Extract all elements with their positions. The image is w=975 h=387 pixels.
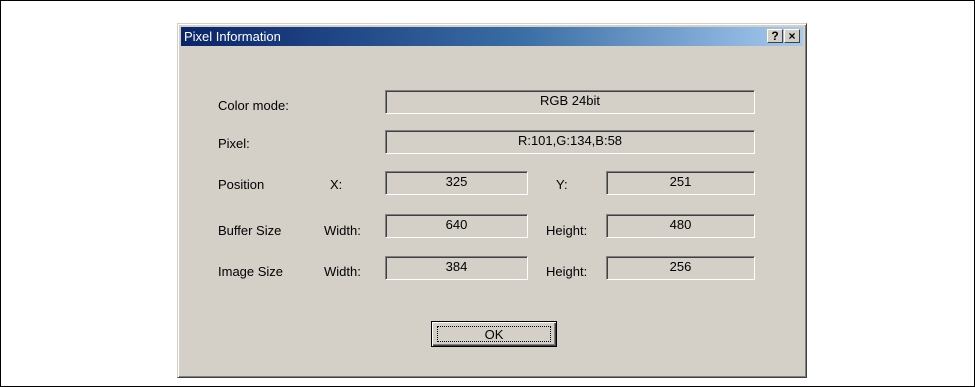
image-width-label: Width: <box>324 264 361 279</box>
buffer-height-label: Height: <box>546 223 588 238</box>
buffer-width-field: 640 <box>385 214 528 238</box>
close-button[interactable]: × <box>784 29 800 43</box>
buffer-height-field: 480 <box>606 214 755 238</box>
position-y-label: Y: <box>556 177 568 192</box>
position-x-field: 325 <box>385 171 528 195</box>
position-y-field: 251 <box>606 171 755 195</box>
title-bar[interactable]: Pixel Information ? × <box>181 27 803 46</box>
color-mode-label: Color mode: <box>218 98 289 113</box>
position-x-label: X: <box>330 177 343 192</box>
pixel-field: R:101,G:134,B:58 <box>385 130 755 154</box>
dialog-title: Pixel Information <box>184 29 281 44</box>
pixel-label: Pixel: <box>218 136 250 151</box>
image-size-label: Image Size <box>218 264 284 279</box>
ok-button-label: OK <box>437 326 551 342</box>
pixel-information-dialog: Pixel Information ? × Color mode: RGB 24… <box>177 23 807 378</box>
image-width-field: 384 <box>385 256 528 280</box>
ok-button[interactable]: OK <box>431 321 557 347</box>
position-label: Position <box>218 177 265 192</box>
help-button[interactable]: ? <box>767 29 783 43</box>
image-height-label: Height: <box>546 264 588 279</box>
color-mode-field: RGB 24bit <box>385 90 755 114</box>
buffer-width-label: Width: <box>324 223 361 238</box>
image-height-field: 256 <box>606 256 755 280</box>
buffer-size-label: Buffer Size <box>218 223 282 238</box>
